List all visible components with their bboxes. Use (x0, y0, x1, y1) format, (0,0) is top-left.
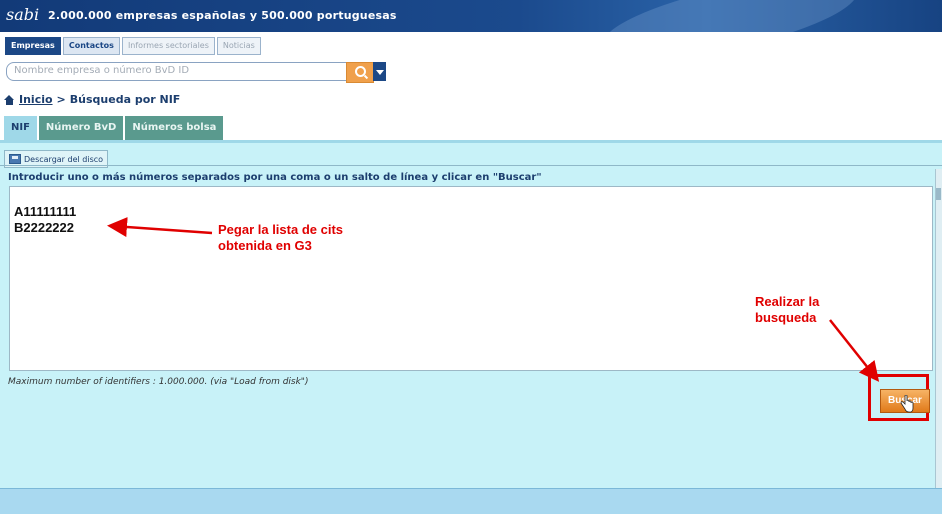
arrow-to-textarea (107, 217, 213, 238)
arrow-to-buscar (829, 319, 880, 382)
footer-bar (0, 488, 942, 514)
annotation-arrows (107, 217, 880, 382)
